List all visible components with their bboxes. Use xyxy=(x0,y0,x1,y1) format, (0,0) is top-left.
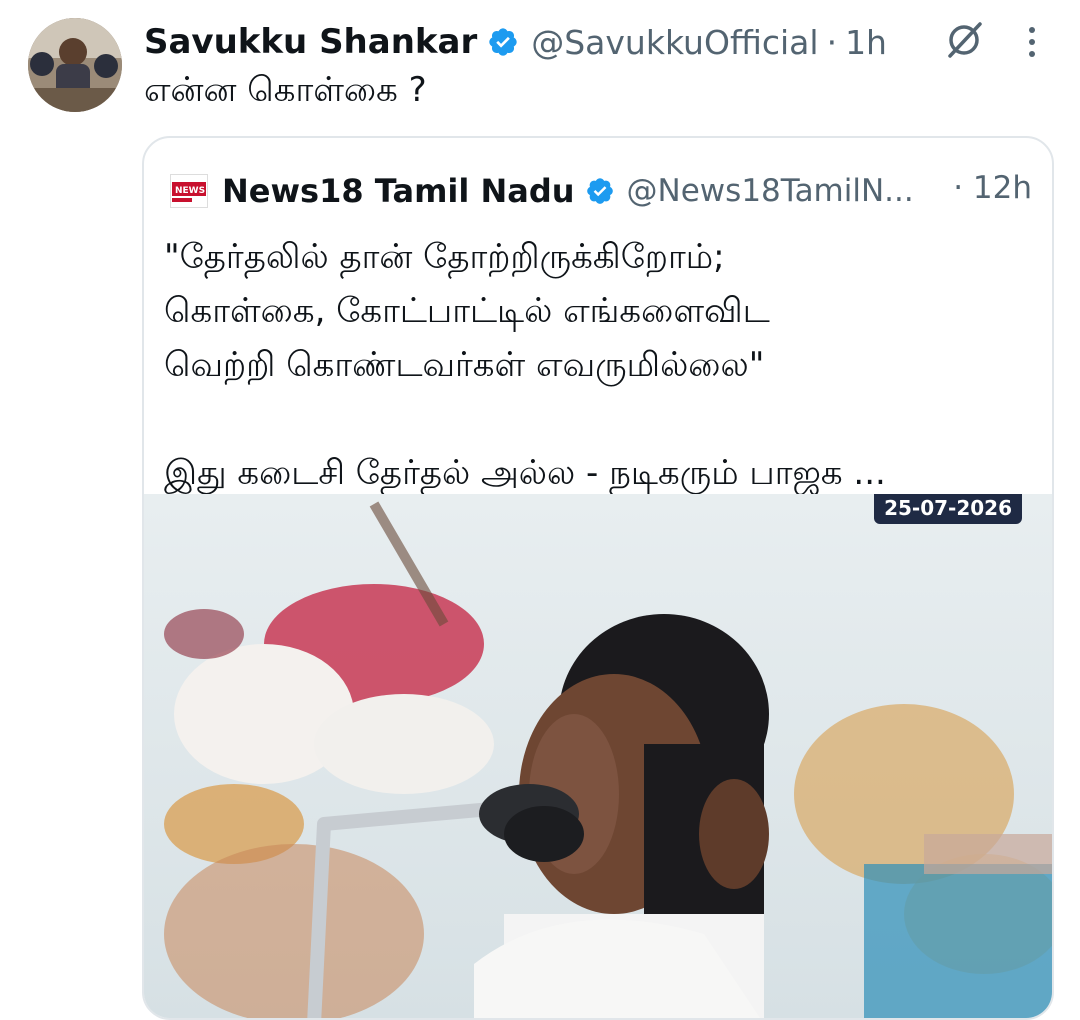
date-badge: 25-07-2026 xyxy=(874,494,1022,524)
news18-logo: NEWS18 xyxy=(170,174,208,208)
quoted-post-header: NEWS18 News18 Tamil Nadu @News18TamilN..… xyxy=(170,166,914,216)
quoted-line-2: கொள்கை, கோட்பாட்டில் எங்களைவிட xyxy=(164,291,770,331)
grok-icon[interactable] xyxy=(942,18,986,62)
quoted-post[interactable]: NEWS18 News18 Tamil Nadu @News18TamilN..… xyxy=(142,136,1054,1020)
quoted-line-1: "தேர்தலில் தான் தோற்றிருக்கிறோம்; xyxy=(164,237,725,277)
separator: · xyxy=(826,22,838,62)
logo-text: NEWS18 xyxy=(175,186,206,196)
video-frame xyxy=(144,494,1052,1018)
quoted-time-value: 12h xyxy=(972,170,1032,206)
quoted-line-4: இது கடைசி தேர்தல் அல்ல - நடிகரும் பாஜக .… xyxy=(164,453,886,493)
post-text: என்ன கொள்கை ? xyxy=(144,70,427,110)
quoted-author-name[interactable]: News18 Tamil Nadu xyxy=(222,172,575,210)
avatar[interactable] xyxy=(28,18,122,112)
more-icon[interactable] xyxy=(1020,22,1044,62)
post-time[interactable]: 1h xyxy=(845,23,887,62)
quoted-post-text: "தேர்தலில் தான் தோற்றிருக்கிறோம்; கொள்கை… xyxy=(164,230,1034,500)
verified-icon xyxy=(489,28,517,56)
quoted-media-video[interactable]: 25-07-2026 xyxy=(144,494,1052,1018)
quoted-post-time[interactable]: · 12h xyxy=(953,170,1032,206)
author-name[interactable]: Savukku Shankar xyxy=(144,22,477,62)
author-handle[interactable]: @SavukkuOfficial xyxy=(531,23,818,62)
quoted-line-3: வெற்றி கொண்டவர்கள் எவருமில்லை" xyxy=(164,345,765,385)
post-header: Savukku Shankar @SavukkuOfficial · 1h xyxy=(144,18,887,66)
separator: · xyxy=(953,170,964,206)
quoted-author-handle[interactable]: @News18TamilN... xyxy=(627,173,914,209)
verified-icon xyxy=(586,178,613,204)
